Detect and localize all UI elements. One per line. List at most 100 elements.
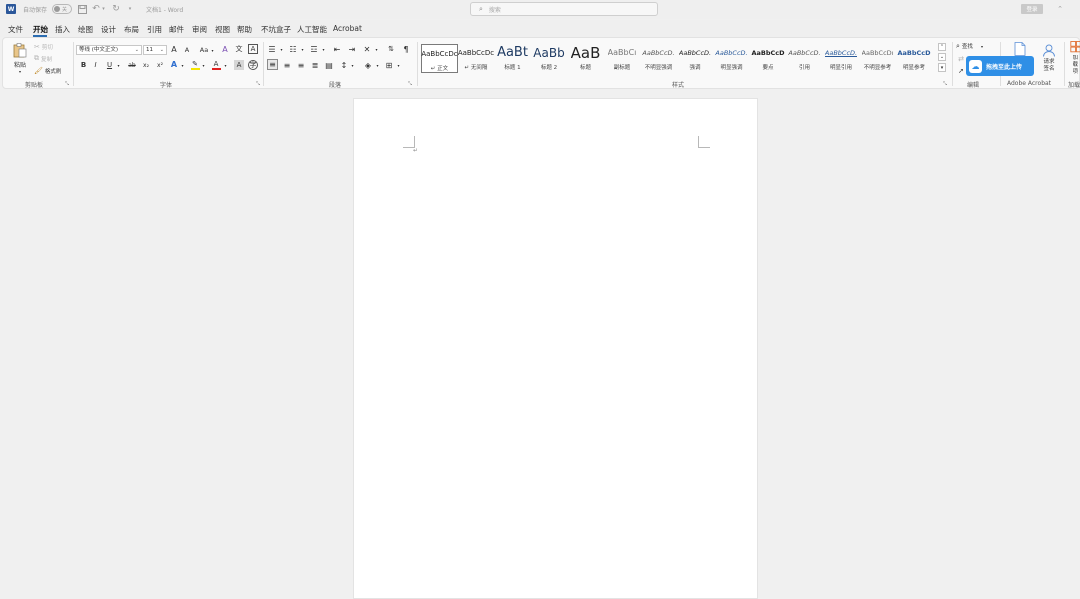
document-page[interactable]: ↵ bbox=[353, 98, 758, 599]
find-button[interactable]: ⌕ 查找 ▾ bbox=[956, 41, 983, 51]
cut-button[interactable]: ✂ 剪切 bbox=[34, 42, 53, 51]
chinese-layout-icon[interactable]: ✕ bbox=[362, 44, 372, 54]
tab-home[interactable]: 开始 bbox=[33, 24, 48, 35]
multilevel-list-icon[interactable]: ☲ bbox=[309, 44, 319, 54]
shading-icon[interactable]: ◈ bbox=[363, 60, 373, 70]
tab-layout[interactable]: 布局 bbox=[124, 24, 139, 35]
chevron-down-icon[interactable]: ▾ bbox=[180, 60, 185, 70]
show-marks-icon[interactable]: ¶ bbox=[401, 44, 411, 54]
search-box[interactable]: ⌕ 搜索 bbox=[470, 2, 658, 16]
paste-button[interactable]: 粘贴 bbox=[11, 41, 29, 71]
style-subtle-reference[interactable]: AaBbCcDı 不明显参考 bbox=[859, 44, 896, 73]
enclose-char-icon[interactable]: 字 bbox=[248, 60, 258, 70]
save-icon[interactable] bbox=[77, 4, 87, 14]
style-emphasis[interactable]: AaBbCcD. 强调 bbox=[677, 44, 714, 73]
chevron-down-icon[interactable]: ▾ bbox=[210, 45, 215, 55]
superscript-button[interactable]: x² bbox=[155, 60, 165, 70]
tab-design[interactable]: 设计 bbox=[101, 24, 116, 35]
bold-button[interactable]: B bbox=[79, 60, 88, 70]
tab-file[interactable]: 文件 bbox=[8, 24, 23, 35]
tab-bukeng-box[interactable]: 不坑盒子 bbox=[261, 24, 291, 35]
styles-launcher-icon[interactable]: ⤡ bbox=[943, 81, 947, 87]
style-intense-quote[interactable]: AaBbCcD. 明显引用 bbox=[823, 44, 860, 73]
redo-icon[interactable]: ↻ bbox=[111, 3, 121, 14]
customize-toolbar-icon[interactable]: ▾ bbox=[127, 4, 133, 14]
chevron-down-icon[interactable]: ▾ bbox=[375, 60, 380, 70]
strikethrough-button[interactable]: ab bbox=[126, 60, 138, 70]
font-launcher-icon[interactable]: ⤡ bbox=[256, 81, 260, 87]
shrink-font-icon[interactable]: A bbox=[183, 45, 191, 55]
chevron-down-icon[interactable]: ▾ bbox=[223, 60, 228, 70]
font-size-select[interactable]: 11 ⌄ bbox=[143, 45, 167, 55]
tab-insert[interactable]: 插入 bbox=[55, 24, 70, 35]
style-intense-emphasis[interactable]: AaBbCcD. 明显强调 bbox=[713, 44, 750, 73]
gallery-expand-icon[interactable]: ▾ bbox=[938, 63, 946, 72]
minimize-icon[interactable]: ⌃ bbox=[1055, 4, 1065, 14]
upload-badge[interactable]: ☁ 拖拽至此上传 bbox=[966, 56, 1034, 76]
tab-mailings[interactable]: 邮件 bbox=[169, 24, 184, 35]
increase-indent-icon[interactable]: ⇥ bbox=[347, 44, 357, 54]
chevron-down-icon[interactable]: ▾ bbox=[201, 60, 206, 70]
style-heading-1[interactable]: AaBt 标题 1 bbox=[494, 44, 531, 73]
chevron-down-icon[interactable]: ▾ bbox=[374, 44, 379, 54]
tab-view[interactable]: 视图 bbox=[215, 24, 230, 35]
tab-references[interactable]: 引用 bbox=[147, 24, 162, 35]
clear-formatting-icon[interactable]: A bbox=[220, 44, 230, 54]
autosave-toggle[interactable]: 关 bbox=[52, 4, 72, 14]
gallery-scroll-up-icon[interactable]: ⌃ bbox=[938, 43, 946, 51]
chevron-down-icon[interactable]: ▾ bbox=[116, 60, 121, 70]
char-border-icon[interactable]: A bbox=[248, 44, 258, 54]
gallery-scroll-down-icon[interactable]: ⌄ bbox=[938, 53, 946, 61]
addins-button[interactable]: 加载项 bbox=[1069, 41, 1080, 75]
adobe-pdf-icon[interactable] bbox=[1013, 42, 1027, 56]
char-shading-button[interactable]: A bbox=[234, 60, 244, 70]
select-cursor-icon[interactable]: ➚ bbox=[956, 66, 966, 76]
tab-review[interactable]: 审阅 bbox=[192, 24, 207, 35]
tab-acrobat[interactable]: Acrobat bbox=[333, 24, 362, 33]
request-signature-button[interactable]: 请求签名 bbox=[1037, 41, 1061, 75]
underline-button[interactable]: U bbox=[105, 60, 114, 70]
text-effects-button[interactable]: A bbox=[169, 59, 179, 70]
style-quote[interactable]: AaBbCcD. 引用 bbox=[786, 44, 823, 73]
justify-icon[interactable]: ≣ bbox=[310, 60, 320, 70]
change-case-icon[interactable]: Aa bbox=[198, 45, 210, 55]
style-no-spacing[interactable]: AaBbCcDc ↵ 无间隔 bbox=[458, 44, 495, 73]
font-name-select[interactable]: 等线 (中文正文) ⌄ bbox=[76, 45, 142, 55]
chevron-down-icon[interactable]: ▾ bbox=[300, 44, 305, 54]
chevron-down-icon[interactable]: ▾ bbox=[321, 44, 326, 54]
phonetic-guide-icon[interactable]: 文 bbox=[234, 44, 244, 54]
align-right-icon[interactable]: ≡ bbox=[296, 60, 306, 70]
numbering-icon[interactable]: ☷ bbox=[288, 44, 298, 54]
style-heading-2[interactable]: AaBb 标题 2 bbox=[531, 44, 568, 73]
subscript-button[interactable]: x₂ bbox=[141, 60, 151, 70]
chevron-down-icon[interactable]: ▾ bbox=[279, 44, 284, 54]
undo-icon[interactable]: ↶ bbox=[91, 3, 101, 14]
clipboard-launcher-icon[interactable]: ⤡ bbox=[65, 81, 69, 87]
highlight-button[interactable]: ✎ bbox=[190, 59, 200, 71]
decrease-indent-icon[interactable]: ⇤ bbox=[332, 44, 342, 54]
copy-button[interactable]: ⧉ 复制 bbox=[34, 54, 52, 63]
style-title[interactable]: AaB 标题 bbox=[567, 44, 604, 73]
italic-button[interactable]: I bbox=[91, 60, 100, 70]
paragraph-launcher-icon[interactable]: ⤡ bbox=[408, 81, 412, 87]
style-normal[interactable]: AaBbCcDc ↵ 正文 bbox=[421, 44, 458, 73]
style-subtitle[interactable]: AaBbCı 副标题 bbox=[604, 44, 641, 73]
line-spacing-icon[interactable]: ↕ bbox=[339, 60, 349, 70]
format-painter-button[interactable]: 🖌 格式刷 bbox=[34, 66, 61, 75]
style-strong[interactable]: AaBbCcD 要点 bbox=[750, 44, 787, 73]
replace-icon[interactable]: ⇄ bbox=[956, 54, 966, 64]
align-left-button[interactable]: ≡ bbox=[267, 59, 278, 70]
tab-draw[interactable]: 绘图 bbox=[78, 24, 93, 35]
style-intense-reference[interactable]: AaBbCcD 明显参考 bbox=[896, 44, 933, 73]
chevron-down-icon[interactable]: ▾ bbox=[396, 60, 401, 70]
undo-dropdown-icon[interactable]: ▾ bbox=[101, 4, 106, 14]
login-button[interactable]: 登录 bbox=[1021, 4, 1043, 14]
borders-icon[interactable]: ⊞ bbox=[384, 60, 394, 70]
tab-help[interactable]: 帮助 bbox=[237, 24, 252, 35]
distributed-icon[interactable]: ▤ bbox=[324, 60, 334, 70]
bullets-icon[interactable]: ☰ bbox=[267, 44, 277, 54]
grow-font-icon[interactable]: A bbox=[170, 44, 178, 54]
paste-dropdown-icon[interactable]: ▾ bbox=[17, 69, 23, 74]
sort-icon[interactable]: ⇅ bbox=[386, 44, 396, 54]
tab-ai[interactable]: 人工智能 bbox=[297, 24, 327, 35]
